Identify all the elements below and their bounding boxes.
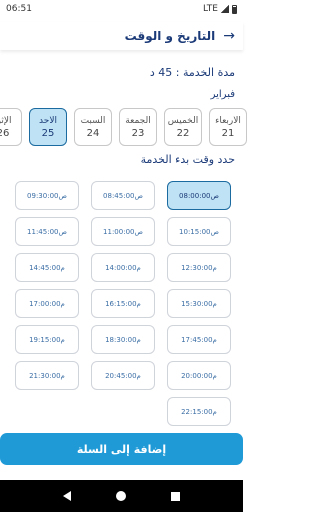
day-name: الإثن xyxy=(0,115,12,126)
time-slots-grid: 08:00:00ص 08:45:00ص 09:30:00ص 10:15:00ص 11:0… xyxy=(12,181,231,426)
day-name: الاربعاء xyxy=(215,115,241,126)
time-slot[interactable]: 11:00:00ص xyxy=(91,217,155,246)
day-name: السبت xyxy=(80,115,106,126)
nav-back-icon[interactable] xyxy=(62,491,71,501)
nav-home-icon[interactable] xyxy=(115,491,126,501)
day-number: 24 xyxy=(86,127,100,139)
day-name: الجمعة xyxy=(125,115,151,126)
time-slot[interactable]: 20:00:00م xyxy=(167,361,231,390)
back-arrow-icon[interactable]: → xyxy=(223,29,235,43)
day-number: 23 xyxy=(131,127,145,139)
time-slot[interactable]: 15:30:00م xyxy=(167,289,231,318)
time-slot[interactable]: 10:15:00ص xyxy=(167,217,231,246)
service-duration: مدة الخدمة : 45 د xyxy=(149,66,235,79)
day-item[interactable]: الجمعة 23 xyxy=(119,108,157,146)
day-number: 26 xyxy=(0,127,10,139)
time-slot[interactable]: 22:15:00م xyxy=(167,397,231,426)
time-slot[interactable]: 08:45:00ص xyxy=(91,181,155,210)
page-title: التاريخ و الوقت xyxy=(124,29,216,43)
time-slot[interactable]: 20:45:00م xyxy=(91,361,155,390)
day-number: 25 xyxy=(41,127,55,139)
time-slot[interactable]: 17:45:00م xyxy=(167,325,231,354)
system-nav-bar xyxy=(0,480,243,512)
day-item[interactable]: السبت 24 xyxy=(74,108,112,146)
time-slot[interactable]: 14:00:00م xyxy=(91,253,155,282)
time-slot[interactable]: 18:30:00م xyxy=(91,325,155,354)
time-slot[interactable]: 19:15:00م xyxy=(15,325,79,354)
day-picker: الاربعاء 21 الخميس 22 الجمعة 23 السبت 24 الاحد 25… xyxy=(0,108,247,146)
time-slot[interactable]: 08:00:00ص xyxy=(167,181,231,210)
network-label: LTE xyxy=(203,4,218,14)
time-slot[interactable]: 21:30:00م xyxy=(15,361,79,390)
time-slot[interactable]: 17:00:00م xyxy=(15,289,79,318)
day-item[interactable]: الخميس 22 xyxy=(164,108,202,146)
day-item[interactable]: الاحد 25 xyxy=(29,108,67,146)
day-item[interactable]: الإثن26 xyxy=(0,108,22,146)
status-time: 06:51 xyxy=(6,4,32,14)
nav-recent-icon[interactable] xyxy=(171,491,181,501)
app-header: التاريخ و الوقت → xyxy=(0,22,243,50)
day-number: 21 xyxy=(221,127,235,139)
signal-icon xyxy=(221,5,229,13)
day-item[interactable]: الاربعاء 21 xyxy=(209,108,247,146)
time-slot[interactable]: 12:30:00م xyxy=(167,253,231,282)
day-name: الخميس xyxy=(167,115,199,126)
month-label: فبراير xyxy=(210,89,235,100)
add-to-cart-button[interactable]: إضافة إلى السلة xyxy=(0,433,243,465)
time-slot[interactable]: 14:45:00م xyxy=(15,253,79,282)
battery-icon xyxy=(232,4,237,14)
time-slot[interactable]: 09:30:00ص xyxy=(15,181,79,210)
slots-title: حدد وقت بدء الخدمة xyxy=(140,153,235,166)
time-slot[interactable]: 16:15:00م xyxy=(91,289,155,318)
time-slot[interactable]: 11:45:00ص xyxy=(15,217,79,246)
status-bar: 06:51 LTE xyxy=(0,0,243,18)
status-icons: LTE xyxy=(203,4,237,14)
day-number: 22 xyxy=(176,127,190,139)
day-name: الاحد xyxy=(39,115,57,126)
